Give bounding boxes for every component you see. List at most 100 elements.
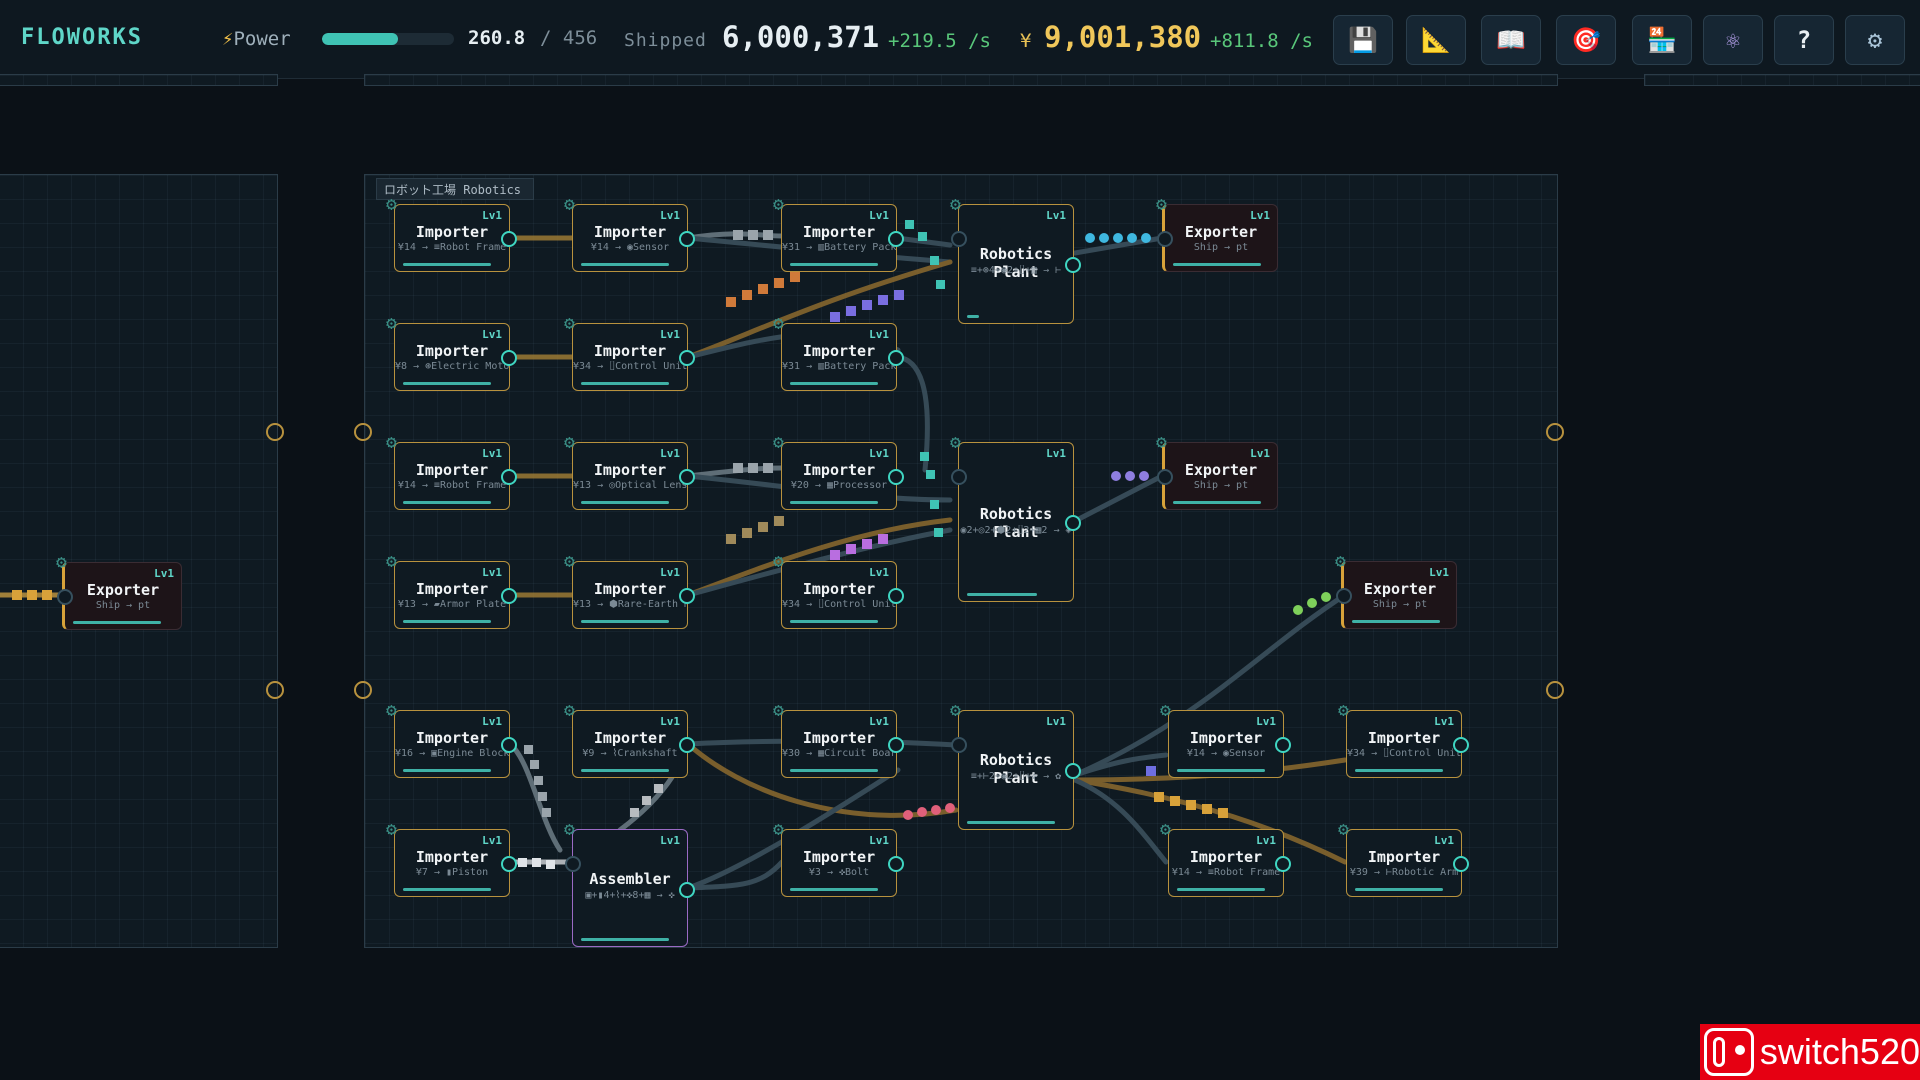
robotics-plant-node[interactable]: ⚙ Lv1 Robotics Plant ≡+⊢2+◉2+⌷+✜ → ✿ xyxy=(950,700,1081,830)
importer-node[interactable]: ⚙ Lv1 Importer ¥7 → ▮Piston xyxy=(386,819,517,897)
input-port[interactable] xyxy=(951,231,967,247)
output-port[interactable] xyxy=(888,856,904,872)
output-port[interactable] xyxy=(1275,737,1291,753)
importer-node[interactable]: ⚙ Lv1 Importer ¥3 → ✜Bolt xyxy=(773,819,904,897)
node-detail: ¥34 → ⌷Control Unit xyxy=(1347,748,1461,759)
importer-node[interactable]: ⚙ Lv1 Importer ¥8 → ⊛Electric Motor xyxy=(386,313,517,391)
panel-port[interactable] xyxy=(1546,681,1564,699)
output-port[interactable] xyxy=(1065,763,1081,779)
importer-node[interactable]: ⚙ Lv1 Importer ¥34 → ⌷Control Unit xyxy=(1338,700,1469,778)
importer-node[interactable]: ⚙ Lv1 Importer ¥31 → ▥Battery Pack xyxy=(773,194,904,272)
output-port[interactable] xyxy=(679,882,695,898)
item-dot xyxy=(917,807,927,817)
robotics-plant-node[interactable]: ⚙ Lv1 Robotics Plant ≡+⊛4+◉2+⌷+▥ → ⊢ xyxy=(950,194,1081,324)
progress-bar xyxy=(790,769,878,772)
output-port[interactable] xyxy=(888,350,904,366)
input-port[interactable] xyxy=(951,469,967,485)
importer-node[interactable]: ⚙ Lv1 Importer ¥14 → ≡Robot Frame xyxy=(1160,819,1291,897)
output-port[interactable] xyxy=(1453,737,1469,753)
input-port[interactable] xyxy=(1336,588,1352,604)
importer-node[interactable]: ⚙ Lv1 Importer ¥34 → ⌷Control Unit xyxy=(564,313,695,391)
node-title: Importer xyxy=(802,342,876,360)
output-port[interactable] xyxy=(501,737,517,753)
item-block xyxy=(748,463,758,473)
panel-port[interactable] xyxy=(354,681,372,699)
output-port[interactable] xyxy=(1453,856,1469,872)
importer-node[interactable]: ⚙ Lv1 Importer ¥34 → ⌷Control Unit xyxy=(773,551,904,629)
importer-node[interactable]: ⚙ Lv1 Importer ¥30 → ▦Circuit Board xyxy=(773,700,904,778)
output-port[interactable] xyxy=(1275,856,1291,872)
item-block xyxy=(546,860,555,869)
item-block xyxy=(846,306,856,316)
switch-logo-icon xyxy=(1704,1028,1754,1076)
exporter-node[interactable]: ⚙ Lv1 Exporter Ship → pt xyxy=(1156,432,1278,510)
output-port[interactable] xyxy=(501,350,517,366)
item-block xyxy=(763,230,773,240)
importer-node[interactable]: ⚙ Lv1 Importer ¥13 → ▰Armor Plate xyxy=(386,551,517,629)
progress-bar xyxy=(73,621,161,624)
assembler-node[interactable]: ⚙ Lv1 Assembler ▣+▮4+⌇+✜8+▦ → ✜ xyxy=(564,819,695,947)
exporter-node[interactable]: ⚙ Lv1 Exporter Ship → pt xyxy=(1335,551,1457,629)
node-detail: Ship → pt xyxy=(95,600,151,611)
importer-node[interactable]: ⚙ Lv1 Importer ¥14 → ◉Sensor xyxy=(564,194,695,272)
panel-port[interactable] xyxy=(266,423,284,441)
importer-node[interactable]: ⚙Lv1Importer¥13 → ⬢Rare-Earth Magnet xyxy=(564,551,695,629)
exporter-node[interactable]: ⚙ Lv1 Exporter Ship → pt xyxy=(1156,194,1278,272)
item-dot xyxy=(1111,471,1121,481)
item-block xyxy=(930,500,939,509)
output-port[interactable] xyxy=(888,737,904,753)
item-block xyxy=(642,796,651,805)
node-title: Importer xyxy=(415,848,489,866)
output-port[interactable] xyxy=(501,588,517,604)
output-port[interactable] xyxy=(888,588,904,604)
node-detail: Ship → pt xyxy=(1193,242,1249,253)
output-port[interactable] xyxy=(888,231,904,247)
output-port[interactable] xyxy=(679,469,695,485)
belt-line xyxy=(1072,473,1165,524)
output-port[interactable] xyxy=(501,231,517,247)
progress-bar xyxy=(403,501,491,504)
importer-node[interactable]: ⚙ Lv1 Importer ¥14 → ◉Sensor xyxy=(1160,700,1291,778)
importer-node[interactable]: ⚙ Lv1 Importer ¥20 → ▦Processor xyxy=(773,432,904,510)
output-port[interactable] xyxy=(679,737,695,753)
input-port[interactable] xyxy=(1157,231,1173,247)
input-port[interactable] xyxy=(951,737,967,753)
item-block xyxy=(920,452,929,461)
panel-port[interactable] xyxy=(266,681,284,699)
importer-node[interactable]: ⚙ Lv1 Importer ¥9 → ⌇Crankshaft xyxy=(564,700,695,778)
output-port[interactable] xyxy=(679,588,695,604)
exporter-node[interactable]: ⚙ Lv1 Exporter Ship → pt xyxy=(56,552,182,630)
panel-port[interactable] xyxy=(354,423,372,441)
input-port[interactable] xyxy=(57,589,73,605)
item-block xyxy=(846,544,856,554)
output-port[interactable] xyxy=(501,469,517,485)
item-dot xyxy=(1307,598,1317,608)
output-port[interactable] xyxy=(679,231,695,247)
node-detail: Ship → pt xyxy=(1372,599,1428,610)
output-port[interactable] xyxy=(1065,515,1081,531)
importer-node[interactable]: ⚙ Lv1 Importer ¥13 → ◎Optical Lens xyxy=(564,432,695,510)
importer-node[interactable]: ⚙ Lv1 Importer ¥14 → ≡Robot Frame xyxy=(386,194,517,272)
gear-icon: ⚙ xyxy=(386,551,397,572)
output-port[interactable] xyxy=(501,856,517,872)
node-title: Importer xyxy=(593,729,667,747)
robotics-plant-node[interactable]: ⚙ Lv1 Robotics Plant ◉2+◎2+⬢2+⌷2+▦2 → ◈ xyxy=(950,432,1081,602)
gear-icon: ⚙ xyxy=(773,700,784,721)
input-port[interactable] xyxy=(1157,469,1173,485)
importer-node[interactable]: ⚙ Lv1 Importer ¥39 → ⊢Robotic Arm xyxy=(1338,819,1469,897)
node-title: Importer xyxy=(415,223,489,241)
panel-port[interactable] xyxy=(1546,423,1564,441)
importer-node[interactable]: ⚙ Lv1 Importer ¥16 → ▣Engine Block xyxy=(386,700,517,778)
output-port[interactable] xyxy=(888,469,904,485)
progress-bar xyxy=(1177,769,1265,772)
item-dot xyxy=(1139,471,1149,481)
output-port[interactable] xyxy=(679,350,695,366)
progress-bar xyxy=(790,263,878,266)
importer-node[interactable]: ⚙ Lv1 Importer ¥14 → ≡Robot Frame xyxy=(386,432,517,510)
progress-bar xyxy=(581,263,669,266)
input-port[interactable] xyxy=(565,856,581,872)
importer-node[interactable]: ⚙ Lv1 Importer ¥31 → ▥Battery Pack xyxy=(773,313,904,391)
item-block xyxy=(878,534,888,544)
node-detail: ¥34 → ⌷Control Unit xyxy=(782,599,896,610)
output-port[interactable] xyxy=(1065,257,1081,273)
